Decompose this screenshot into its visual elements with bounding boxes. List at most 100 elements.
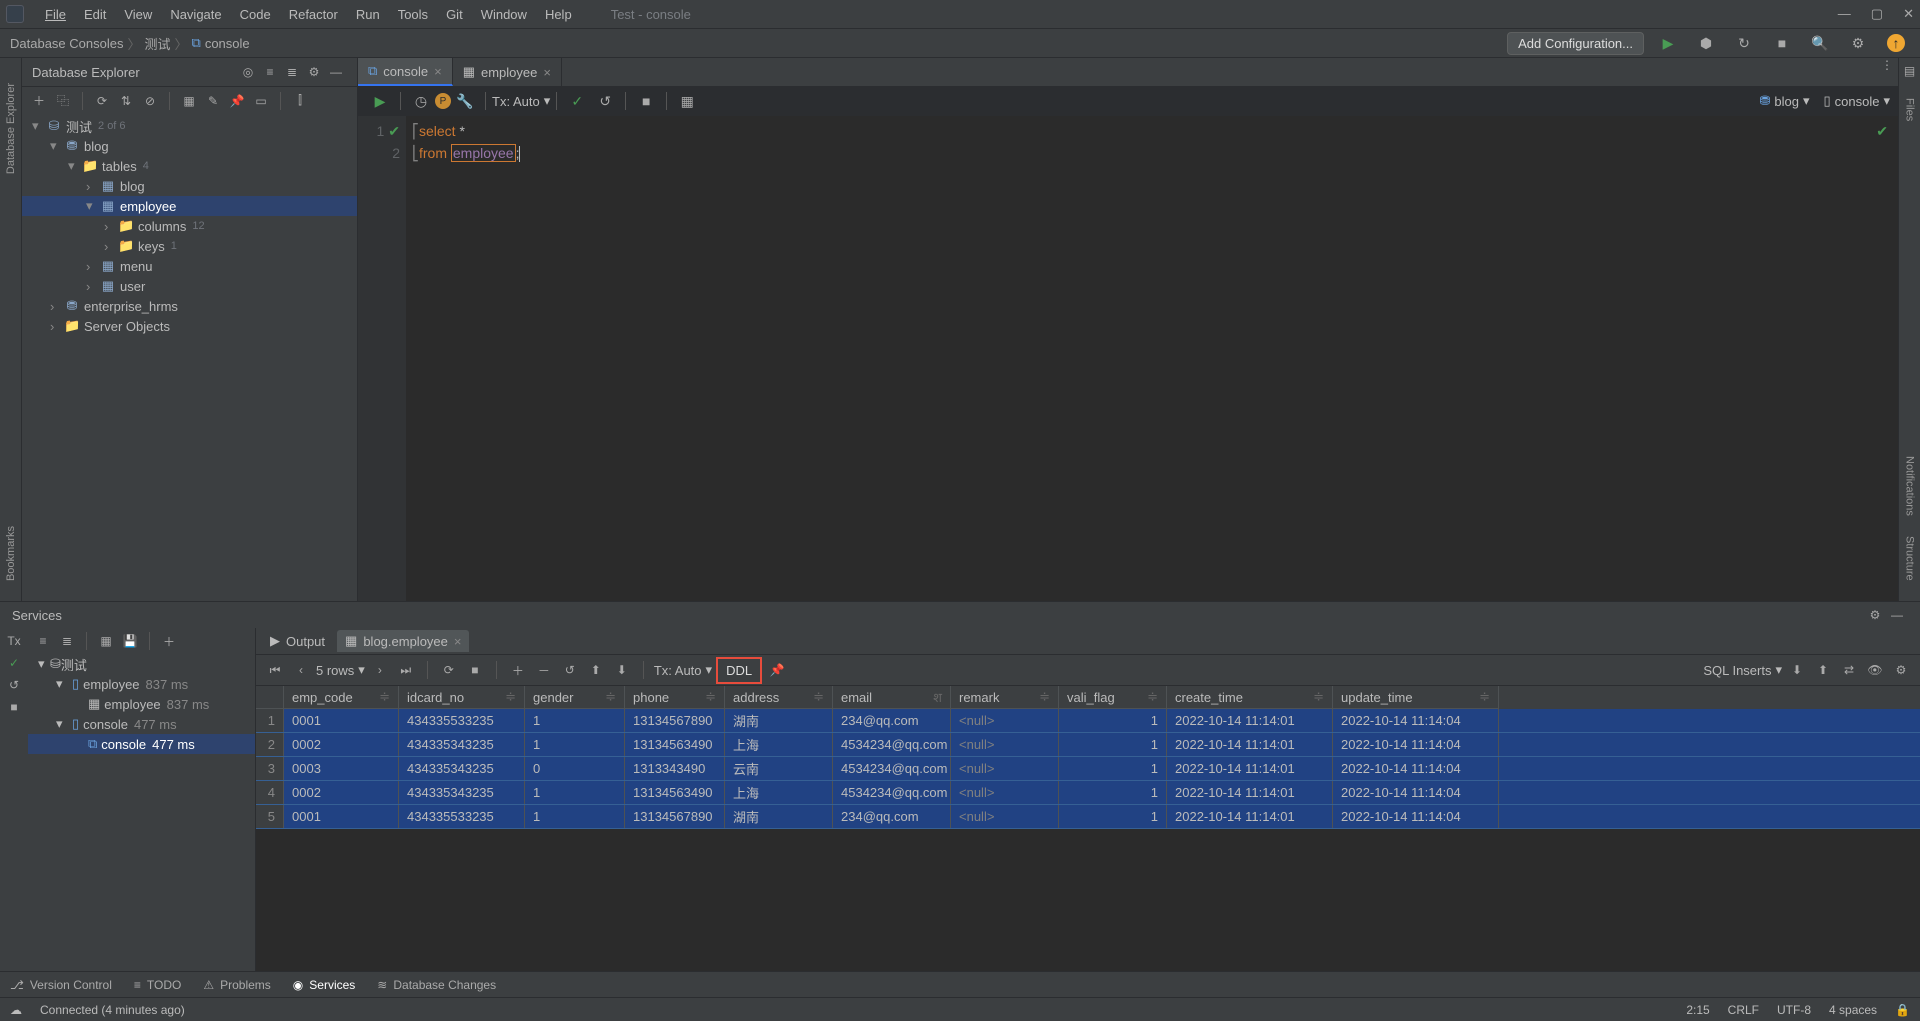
menu-help[interactable]: Help <box>536 7 581 22</box>
gear-icon[interactable]: ⚙ <box>1894 663 1908 677</box>
sync-icon[interactable]: ⇅ <box>119 94 133 108</box>
lock-icon[interactable]: 🔒 <box>1895 1003 1910 1017</box>
tx-mode-dropdown[interactable]: Tx: Auto▾ <box>654 662 712 678</box>
history-icon[interactable]: ◷ <box>412 92 430 110</box>
collapse-icon[interactable]: ≣ <box>60 634 74 648</box>
column-header[interactable]: gender <box>533 690 573 705</box>
expand-icon[interactable]: ≡ <box>263 65 277 79</box>
tree-tables[interactable]: ▾📁tables4 <box>22 156 357 176</box>
tree-keys[interactable]: ›📁keys1 <box>22 236 357 256</box>
grid-icon[interactable]: ▦ <box>99 634 113 648</box>
tab-db-changes[interactable]: ≋Database Changes <box>377 978 496 992</box>
table-row[interactable]: 50001434335533235113134567890湖南234@qq.co… <box>256 805 1920 829</box>
tool-notifications[interactable]: Notifications <box>1904 456 1916 516</box>
breadcrumb-root[interactable]: Database Consoles <box>10 36 123 51</box>
collapse-icon[interactable]: ≣ <box>285 65 299 79</box>
rollback-icon[interactable]: ↺ <box>7 678 21 692</box>
svc-employee-result[interactable]: ▦employee837 ms <box>28 694 255 714</box>
column-header[interactable]: remark <box>959 690 999 705</box>
table-row[interactable]: 20002434335343235113134563490上海4534234@q… <box>256 733 1920 757</box>
hide-icon[interactable]: — <box>329 65 343 79</box>
save-icon[interactable]: 💾 <box>123 634 137 648</box>
add-row-icon[interactable]: ＋ <box>511 663 525 677</box>
tree-datasource[interactable]: ▾⛁测试2 of 6 <box>22 116 357 136</box>
menu-tools[interactable]: Tools <box>389 7 437 22</box>
minimize-icon[interactable]: — <box>1838 6 1851 22</box>
table-row[interactable]: 3000343433534323501313343490云南4534234@qq… <box>256 757 1920 781</box>
add-configuration-button[interactable]: Add Configuration... <box>1507 32 1644 55</box>
menu-run[interactable]: Run <box>347 7 389 22</box>
output-tab[interactable]: ▶Output <box>262 630 333 652</box>
edit-icon[interactable]: ✎ <box>206 94 220 108</box>
inspection-ok-icon[interactable]: ✔ <box>1876 120 1888 142</box>
compare-icon[interactable]: ⇄ <box>1842 663 1856 677</box>
rerun-icon[interactable]: ↻ <box>1735 34 1753 52</box>
column-header[interactable]: vali_flag <box>1067 690 1115 705</box>
run-gutter-icon[interactable]: ✔ <box>388 120 400 142</box>
gear-icon[interactable]: ⚙ <box>307 65 321 79</box>
svc-console-result[interactable]: ⧉console477 ms <box>28 734 255 754</box>
last-page-icon[interactable]: ⏭ <box>399 663 413 677</box>
result-tab[interactable]: ▦blog.employee× <box>337 630 469 652</box>
stop-icon[interactable]: ■ <box>468 663 482 677</box>
hide-icon[interactable]: — <box>1890 608 1904 622</box>
stop-icon[interactable]: ■ <box>637 92 655 110</box>
tab-version-control[interactable]: ⎇Version Control <box>10 978 112 992</box>
view-icon[interactable]: ▭ <box>254 94 268 108</box>
files-tool-icon[interactable]: ▤ <box>1903 64 1917 78</box>
debug-icon[interactable]: ⬢ <box>1697 34 1715 52</box>
breadcrumb-db[interactable]: 测试 <box>144 34 170 53</box>
line-separator[interactable]: CRLF <box>1728 1003 1759 1017</box>
schema-dropdown[interactable]: ⛃blog▾ <box>1759 93 1809 109</box>
submit-all-icon[interactable]: ⬇ <box>615 663 629 677</box>
upload-icon[interactable]: ⬆ <box>1816 663 1830 677</box>
tree-schema-blog[interactable]: ▾⛃blog <box>22 136 357 156</box>
execute-icon[interactable]: ▶ <box>371 92 389 110</box>
column-header[interactable]: create_time <box>1175 690 1243 705</box>
column-header[interactable]: address <box>733 690 779 705</box>
pin-icon[interactable]: 📌 <box>770 663 784 677</box>
tab-services[interactable]: ◉Services <box>293 978 356 992</box>
rows-dropdown[interactable]: 5 rows▾ <box>316 662 365 678</box>
caret-position[interactable]: 2:15 <box>1686 1003 1709 1017</box>
tree-table-menu[interactable]: ›▦menu <box>22 256 357 276</box>
table-row[interactable]: 10001434335533235113134567890湖南234@qq.co… <box>256 709 1920 733</box>
menu-navigate[interactable]: Navigate <box>161 7 230 22</box>
next-page-icon[interactable]: › <box>373 663 387 677</box>
refresh-icon[interactable]: ⟳ <box>442 663 456 677</box>
filter-icon[interactable]: ⫿ <box>293 94 307 108</box>
svc-datasource-node[interactable]: ▾⛁测试 <box>28 654 255 674</box>
layout-icon[interactable]: ▦ <box>678 92 696 110</box>
tool-files[interactable]: Files <box>1904 98 1916 121</box>
export-dropdown[interactable]: SQL Inserts▾ <box>1703 662 1782 678</box>
tree-table-user[interactable]: ›▦user <box>22 276 357 296</box>
result-grid[interactable]: emp_code≑ idcard_no≑ gender≑ phone≑ addr… <box>256 686 1920 971</box>
expand-icon[interactable]: ≡ <box>36 634 50 648</box>
tx-mode-dropdown[interactable]: Tx: Auto▾ <box>492 93 550 109</box>
tree-table-employee[interactable]: ▾▦employee <box>22 196 357 216</box>
table-icon[interactable]: ▦ <box>182 94 196 108</box>
menu-view[interactable]: View <box>115 7 161 22</box>
tab-close-icon[interactable]: × <box>543 65 551 80</box>
tab-todo[interactable]: ≡TODO <box>134 978 181 992</box>
tree-schema-enterprise[interactable]: ›⛃enterprise_hrms <box>22 296 357 316</box>
plan-icon[interactable]: P <box>435 93 451 109</box>
target-icon[interactable]: ◎ <box>241 65 255 79</box>
wrench-icon[interactable]: 🔧 <box>456 92 474 110</box>
tool-bookmarks[interactable]: Bookmarks <box>5 526 17 581</box>
eye-icon[interactable]: 👁 <box>1868 663 1882 677</box>
add-icon[interactable]: ＋ <box>162 634 176 648</box>
pin-icon[interactable]: 📌 <box>230 94 244 108</box>
breadcrumb-console[interactable]: console <box>205 36 250 51</box>
tool-db-explorer[interactable]: Database Explorer <box>5 83 17 174</box>
gear-icon[interactable]: ⚙ <box>1868 608 1882 622</box>
tab-console[interactable]: ⧉console× <box>358 58 453 86</box>
remove-row-icon[interactable]: － <box>537 663 551 677</box>
menu-git[interactable]: Git <box>437 7 472 22</box>
first-page-icon[interactable]: ⏮ <box>268 663 282 677</box>
copy-icon[interactable]: ⿻ <box>56 94 70 108</box>
menu-window[interactable]: Window <box>472 7 536 22</box>
stop-icon[interactable]: ■ <box>1773 34 1791 52</box>
tree-table-blog[interactable]: ›▦blog <box>22 176 357 196</box>
cancel-icon[interactable]: ⊘ <box>143 94 157 108</box>
